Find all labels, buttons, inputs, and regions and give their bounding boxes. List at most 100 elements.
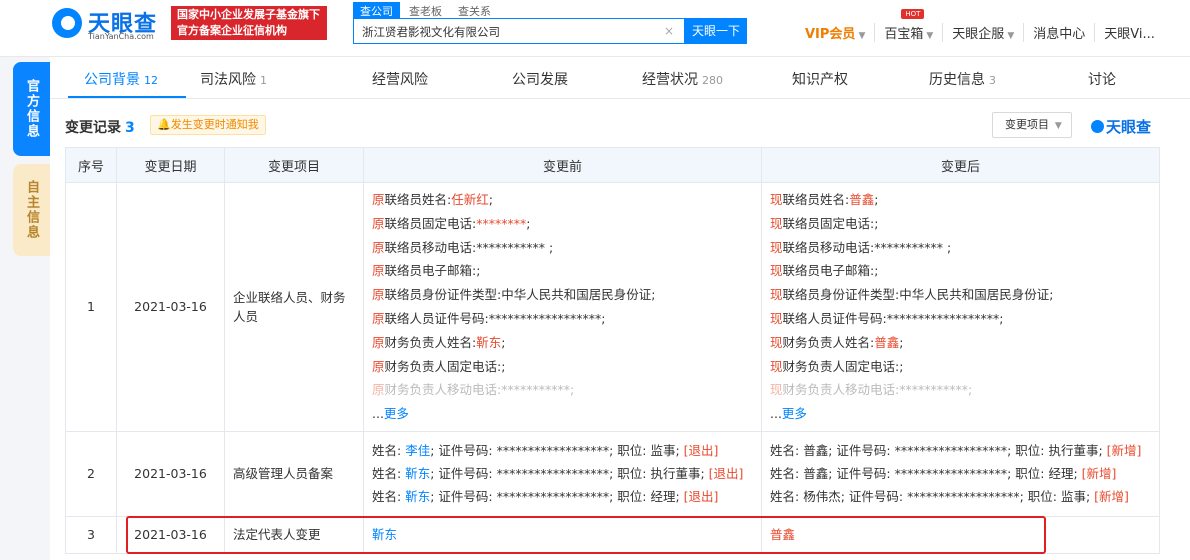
before-lines: 原联络员姓名:任新红; 原联络员固定电话:********; 原联络员移动电话:**… bbox=[364, 183, 761, 431]
change-suffix: ; bbox=[526, 215, 531, 231]
sep: ; bbox=[675, 489, 684, 505]
manager-name: 杨伟杰 bbox=[803, 489, 841, 505]
role-label: ; 职位: bbox=[609, 489, 651, 505]
manager-name[interactable]: 靳东 bbox=[405, 466, 430, 481]
change-line: 现联络员固定电话:; bbox=[770, 212, 1151, 236]
enterprise-service-menu[interactable]: 天眼企服 ▼ bbox=[943, 23, 1025, 42]
change-label: 联络员姓名: bbox=[384, 192, 452, 207]
tab-count: 280 bbox=[702, 74, 723, 87]
manager-line: 姓名: 李佳; 证件号码: ******************; 职位: 监事… bbox=[364, 439, 761, 462]
change-prefix: 原 bbox=[372, 382, 385, 398]
sep: ; bbox=[1073, 466, 1082, 482]
change-suffix: ; bbox=[501, 334, 506, 350]
more-link[interactable]: 更多 bbox=[782, 406, 807, 421]
row-change-item: 高级管理人员备案 bbox=[224, 430, 364, 517]
change-label: 财务负责人固定电话:; bbox=[384, 358, 506, 374]
manager-line: 姓名: 靳东; 证件号码: ******************; 职位: 执行… bbox=[364, 462, 761, 485]
change-suffix: ; bbox=[874, 192, 879, 207]
tianyancha-logo[interactable]: 天眼查 TianYanCha.com bbox=[52, 6, 164, 42]
manager-id: ****************** bbox=[496, 443, 610, 459]
change-prefix: 现 bbox=[770, 192, 783, 207]
tab-history-info[interactable]: 历史信息 3 bbox=[929, 69, 996, 89]
id-label: ; 证件号码: bbox=[430, 466, 497, 482]
search-input[interactable]: 浙江贤君影视文化有限公司 × bbox=[353, 18, 685, 44]
table-row: 2 2021-03-16 高级管理人员备案 姓名: 李佳; 证件号码: ****… bbox=[65, 430, 1160, 517]
manager-name[interactable]: 靳东 bbox=[405, 489, 430, 504]
tab-label: 经营风险 bbox=[372, 72, 428, 88]
change-line: 现联络员姓名:普鑫; bbox=[770, 188, 1151, 212]
change-label: 联络员姓名: bbox=[782, 192, 850, 207]
chevron-down-icon: ▼ bbox=[926, 31, 934, 41]
id-label: ; 证件号码: bbox=[828, 443, 895, 459]
manager-id: ****************** bbox=[496, 466, 610, 482]
change-label: 联络员移动电话:*********** ; bbox=[782, 239, 952, 255]
change-label: 联络人员证件号码:******************; bbox=[384, 310, 606, 326]
manager-id: ****************** bbox=[496, 489, 610, 505]
user-menu[interactable]: 天眼Vi... bbox=[1095, 23, 1155, 42]
manager-line: 姓名: 普鑫; 证件号码: ******************; 职位: 经理… bbox=[762, 462, 1159, 485]
manager-name[interactable]: 李佳 bbox=[405, 443, 430, 458]
side-tab-official-info[interactable]: 官方信息 bbox=[13, 62, 50, 156]
name-label: 姓名: bbox=[770, 443, 804, 459]
tab-label: 公司背景 bbox=[84, 72, 140, 88]
change-line: 现联络员电子邮箱:; bbox=[770, 259, 1151, 283]
section-title-text: 变更记录 bbox=[65, 120, 121, 136]
manager-role: 经理 bbox=[650, 489, 676, 505]
section-count: 3 bbox=[125, 120, 135, 136]
row-change-item: 企业联络人员、财务人员 bbox=[224, 182, 364, 432]
change-label: 联络员电子邮箱:; bbox=[782, 263, 879, 279]
after-cell: 姓名: 普鑫; 证件号码: ******************; 职位: 执行… bbox=[761, 430, 1160, 517]
change-line: 原联络员固定电话:********; bbox=[372, 212, 753, 236]
col-header-item: 变更项目 bbox=[224, 147, 364, 183]
treasure-label: 百宝箱 bbox=[884, 27, 924, 42]
manager-role: 执行董事 bbox=[650, 466, 701, 482]
more-prefix: ... bbox=[372, 406, 384, 422]
tab-intellectual-property[interactable]: 知识产权 bbox=[792, 69, 848, 89]
more-line: ...更多 bbox=[770, 402, 1151, 426]
tab-operating-risk[interactable]: 经营风险 bbox=[372, 69, 428, 89]
search-button[interactable]: 天眼一下 bbox=[685, 18, 747, 44]
change-prefix: 现 bbox=[770, 334, 783, 350]
tab-company-development[interactable]: 公司发展 bbox=[512, 69, 568, 89]
tab-operating-status[interactable]: 经营状况 280 bbox=[642, 69, 723, 89]
chevron-down-icon: ▼ bbox=[858, 31, 866, 41]
hot-badge: HOT bbox=[901, 9, 925, 19]
change-label: 财务负责人移动电话:***********; bbox=[782, 382, 973, 398]
manager-name: 普鑫 bbox=[803, 443, 829, 459]
change-item-filter[interactable]: 变更项目 ▼ bbox=[992, 112, 1072, 138]
change-value: 普鑫 bbox=[849, 192, 875, 207]
tab-judicial-risk[interactable]: 司法风险 1 bbox=[200, 69, 267, 89]
top-header: 天眼查 TianYanCha.com 国家中小企业发展子基金旗下 官方备案企业征… bbox=[0, 0, 1190, 57]
after-cell: 现联络员姓名:普鑫; 现联络员固定电话:; 现联络员移动电话:***********… bbox=[761, 182, 1160, 432]
role-label: ; 职位: bbox=[609, 466, 651, 482]
more-link[interactable]: 更多 bbox=[384, 406, 409, 421]
change-line: 原联络员移动电话:*********** ; bbox=[372, 236, 753, 260]
tab-label: 司法风险 bbox=[200, 72, 256, 88]
logo-eye-icon bbox=[52, 8, 82, 38]
treasure-menu[interactable]: HOT 百宝箱 ▼ bbox=[875, 9, 944, 42]
vip-menu[interactable]: VIP会员 ▼ bbox=[796, 23, 876, 42]
notify-on-change-button[interactable]: 🔔发生变更时通知我 bbox=[150, 115, 266, 135]
tab-label: 知识产权 bbox=[792, 72, 848, 88]
message-center-link[interactable]: 消息中心 bbox=[1024, 23, 1096, 42]
tab-count: 1 bbox=[260, 74, 267, 87]
filter-label: 变更项目 bbox=[1005, 118, 1049, 131]
sep: ; bbox=[700, 466, 709, 482]
clear-icon[interactable]: × bbox=[664, 24, 674, 38]
search-input-value[interactable]: 浙江贤君影视文化有限公司 bbox=[362, 24, 500, 40]
change-line: 现财务负责人移动电话:***********; bbox=[770, 378, 1151, 402]
manager-id: ****************** bbox=[894, 443, 1008, 459]
tab-count: 12 bbox=[144, 74, 158, 87]
change-line: 现联络员身份证件类型:中华人民共和国居民身份证; bbox=[770, 283, 1151, 307]
tab-company-background[interactable]: 公司背景 12 bbox=[84, 69, 158, 89]
tab-discussion[interactable]: 讨论 bbox=[1088, 69, 1116, 89]
change-prefix: 现 bbox=[770, 263, 783, 279]
gov-badge-line1: 国家中小企业发展子基金旗下 bbox=[177, 8, 320, 21]
manager-name: 普鑫 bbox=[803, 466, 829, 482]
change-prefix: 原 bbox=[372, 192, 385, 207]
change-prefix: 原 bbox=[372, 263, 385, 279]
change-prefix: 现 bbox=[770, 310, 783, 326]
change-label: 联络人员证件号码:******************; bbox=[782, 310, 1004, 326]
side-tab-self-info[interactable]: 自主信息 bbox=[13, 164, 50, 256]
id-label: ; 证件号码: bbox=[828, 466, 895, 482]
